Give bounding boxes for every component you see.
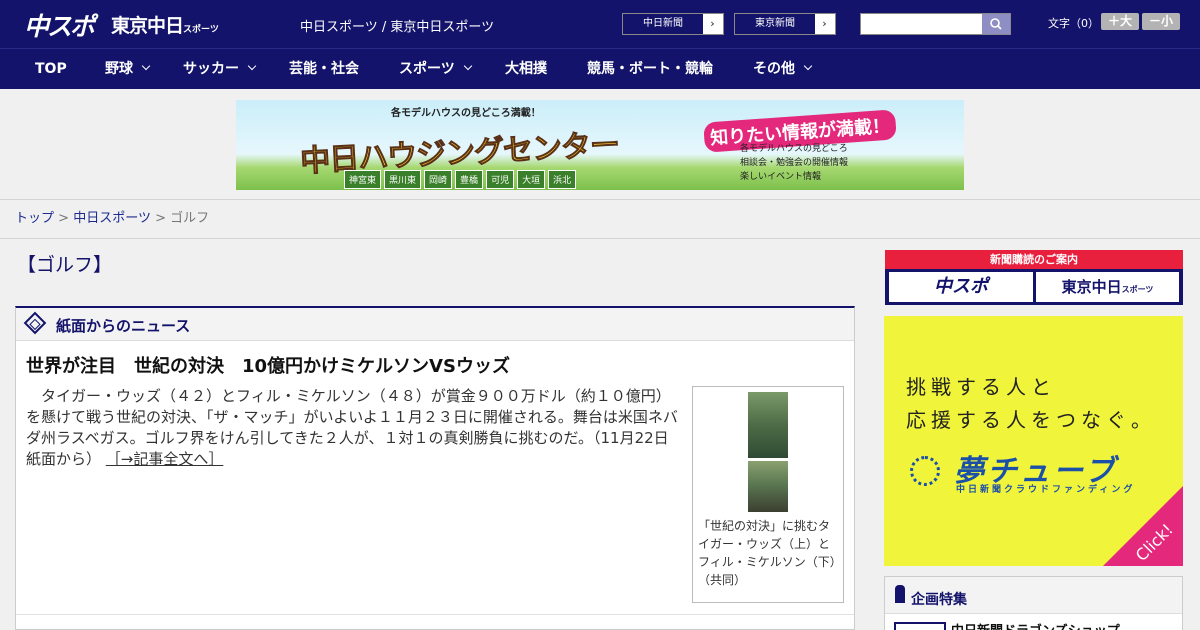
- feature-box: 企画特集 中日新聞ドラゴンズショップ: [884, 576, 1183, 630]
- site-name: 中日スポーツ / 東京中日スポーツ: [300, 20, 495, 35]
- ad-info-list: 各モデルハウスの見どころ 相談会・勉強会の開催情報 楽しいイベント情報: [740, 142, 848, 184]
- search-icon: [990, 18, 1002, 30]
- yume-tube-ad[interactable]: 挑戦する人と 応援する人をつなぐ。 夢チューブ 中日新聞クラウドファンディング …: [884, 316, 1183, 566]
- breadcrumb-current: ゴルフ: [170, 211, 210, 226]
- font-size-label: 文字（0）: [1048, 17, 1099, 30]
- ad-city: 大垣: [517, 170, 546, 189]
- chevron-down-icon: [247, 61, 257, 71]
- newspaper-icon: [23, 311, 47, 335]
- photo-caption: 「世紀の対決」に挑むタイガー・ウッズ（上）とフィル・ミケルソン（下）（共同）: [698, 519, 836, 587]
- chevron-right-icon: ›: [710, 17, 715, 30]
- tokyo-logo-text: 東京中日: [111, 15, 184, 37]
- subscription-banner: 新聞購読のご案内 中スポ 東京中日スポーツ: [885, 250, 1183, 305]
- news-section: 紙面からのニュース 世界が注目 世紀の対決 10億円かけミケルソンVSウッズ タ…: [15, 306, 855, 630]
- section-header: 紙面からのニュース: [16, 308, 854, 341]
- breadcrumb-link-chunichi-sports[interactable]: 中日スポーツ: [73, 211, 151, 226]
- nav-label: 野球: [105, 61, 133, 77]
- nav-item-baseball[interactable]: 野球: [105, 49, 151, 89]
- chevron-down-icon: [803, 61, 813, 71]
- nav-item-sumo[interactable]: 大相撲: [505, 49, 547, 89]
- chevron-down-icon: [141, 61, 151, 71]
- nav-item-racing[interactable]: 競馬・ボート・競輪: [587, 49, 713, 89]
- article-headline[interactable]: 世界が注目 世紀の対決 10億円かけミケルソンVSウッズ: [26, 352, 510, 378]
- nav-item-entertainment[interactable]: 芸能・社会: [289, 49, 359, 89]
- nav-label: その他: [753, 61, 795, 77]
- dots-logo-icon: [910, 456, 940, 486]
- breadcrumb-link-top[interactable]: トップ: [15, 211, 54, 226]
- search-box: [860, 13, 1011, 35]
- photo-mickelson: [748, 461, 788, 512]
- ad-city: 岡崎: [424, 170, 453, 189]
- ad-city: 浜北: [548, 170, 577, 189]
- button-label: 東京新聞: [735, 14, 815, 34]
- housing-center-ad-banner[interactable]: 各モデルハウスの見どころ満載！ 中日ハウジングセンター 神宮東 黒川東 岡崎 豊橋 可児…: [236, 100, 964, 190]
- feature-item-label: 中日新聞ドラゴンズショップ: [951, 620, 1120, 630]
- chuspo-logo[interactable]: 中スポ: [24, 7, 95, 43]
- ad-city: 黒川東: [384, 170, 422, 189]
- shop-thumbnail: [894, 622, 946, 630]
- main-nav: TOP 野球 サッカー 芸能・社会 スポーツ 大相撲 競馬・ボート・競輪 その他: [0, 48, 1200, 89]
- nav-label: 芸能・社会: [289, 61, 359, 77]
- ad-info-line: 相談会・勉強会の開催情報: [740, 158, 849, 168]
- section-title: 紙面からのニュース: [56, 317, 191, 335]
- subscription-title: 新聞購読のご案内: [885, 250, 1183, 269]
- chuspo-subscribe-button[interactable]: 中スポ: [889, 272, 1033, 302]
- font-smaller-button[interactable]: －小: [1142, 13, 1180, 30]
- tokyo-chunichi-logo[interactable]: 東京中日スポーツ: [111, 11, 219, 38]
- ad-city: 神宮東: [344, 170, 382, 189]
- ad-city-list: 神宮東 黒川東 岡崎 豊橋 可児 大垣 浜北: [344, 168, 579, 189]
- feature-item[interactable]: 中日新聞ドラゴンズショップ: [885, 613, 1182, 630]
- ad-top-text: 各モデルハウスの見どころ満載！: [391, 108, 541, 119]
- ad-city: 豊橋: [455, 170, 484, 189]
- ad-row: 各モデルハウスの見どころ満載！ 中日ハウジングセンター 神宮東 黒川東 岡崎 豊橋 可児…: [0, 89, 1200, 200]
- breadcrumb-separator: >: [58, 211, 70, 226]
- ad-info-line: 各モデルハウスの見どころ: [740, 144, 848, 154]
- subscribe-tokyo-suffix: スポーツ: [1121, 285, 1154, 294]
- page-title: 【ゴルフ】: [17, 254, 113, 276]
- nav-item-soccer[interactable]: サッカー: [183, 49, 257, 89]
- article-photo[interactable]: 「世紀の対決」に挑むタイガー・ウッズ（上）とフィル・ミケルソン（下）（共同）: [692, 386, 844, 603]
- chevron-down-icon: [463, 61, 472, 71]
- nav-label: スポーツ: [399, 61, 455, 77]
- top-header: 中スポ 東京中日スポーツ 中日スポーツ / 東京中日スポーツ 中日新聞 › 東京…: [0, 0, 1200, 48]
- nav-item-other[interactable]: その他: [753, 49, 813, 89]
- search-input[interactable]: [861, 14, 983, 34]
- photo-woods: [748, 392, 788, 458]
- button-label: 中日新聞: [623, 14, 703, 34]
- article-body: タイガー・ウッズ（４２）とフィル・ミケルソン（４８）が賞金９００万ドル（約１０億…: [26, 386, 683, 470]
- ad-info-line: 楽しいイベント情報: [740, 172, 822, 182]
- nav-label: 大相撲: [505, 61, 547, 77]
- search-button[interactable]: [982, 14, 1010, 34]
- yume-line-2: 応援する人をつなぐ。: [906, 408, 1156, 432]
- subscribe-tokyo-text: 東京中日: [1061, 278, 1122, 296]
- nav-label: TOP: [35, 61, 67, 77]
- tokyo-chunichi-subscribe-button[interactable]: 東京中日スポーツ: [1036, 272, 1179, 302]
- nav-label: サッカー: [183, 61, 239, 77]
- nav-item-sports[interactable]: スポーツ: [399, 49, 472, 89]
- nav-item-top[interactable]: TOP: [35, 49, 67, 89]
- tokyo-shimbun-button[interactable]: 東京新聞 ›: [734, 13, 836, 35]
- chevron-right-icon: ›: [822, 17, 827, 30]
- ribbon-icon: [895, 585, 905, 603]
- feature-title: 企画特集: [911, 592, 967, 608]
- breadcrumb-separator: >: [155, 211, 166, 226]
- divider: [16, 614, 854, 615]
- tokyo-logo-suffix: スポーツ: [183, 25, 219, 35]
- nav-label: 競馬・ボート・競輪: [587, 61, 713, 77]
- breadcrumb: トップ > 中日スポーツ > ゴルフ: [0, 200, 1200, 239]
- ad-city: 可児: [486, 170, 515, 189]
- yume-line-1: 挑戦する人と: [906, 375, 1056, 399]
- read-more-link[interactable]: ［→記事全文へ］: [106, 450, 224, 468]
- font-larger-button[interactable]: ＋大: [1101, 13, 1139, 30]
- chunichi-shimbun-button[interactable]: 中日新聞 ›: [622, 13, 724, 35]
